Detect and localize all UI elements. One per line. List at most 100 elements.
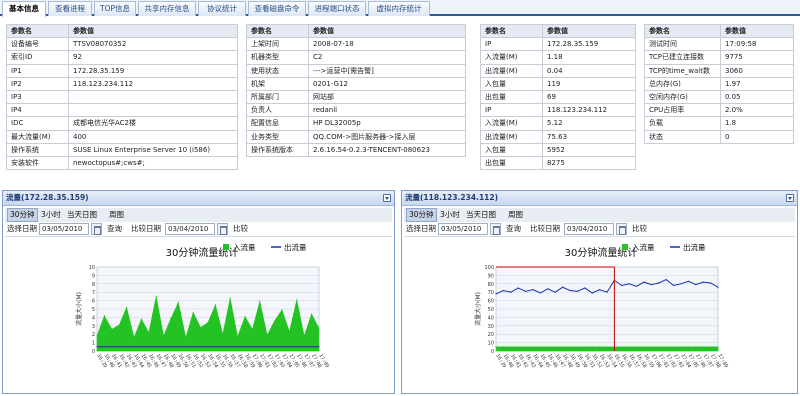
param-value-cell: 5952 [542,142,636,157]
data-point [628,346,630,348]
subtab-30min[interactable]: 30分钟 [7,208,38,222]
legend-label-out: 出流量 [284,242,307,252]
date-label: 选择日期 [406,224,436,233]
data-point [687,280,689,282]
data-point [237,336,239,338]
tab-shared-memory[interactable]: 共享内存信息 [138,1,196,16]
data-point [658,346,660,348]
table-row: 最大流量(M) 400 [6,129,238,144]
data-point [547,346,549,348]
data-point [177,346,179,348]
compare-date-input[interactable]: 03/04/2010 [165,223,215,235]
data-point [665,279,667,281]
table-row: 测试时间 17:09:58 [644,37,794,52]
query-button[interactable]: 查询 [506,223,521,235]
table-row: 总内存(G) 1.97 [644,76,794,91]
data-point [606,291,608,293]
flow-panel-left: 流量(172.28.35.159) 30分钟 3小时 当天日图 周图 选择日期 … [2,190,395,394]
tab-virtual-memory[interactable]: 虚拟内存统计 [368,1,430,16]
data-point [591,292,593,294]
subtab-today[interactable]: 当天日图 [67,209,97,221]
data-point [702,281,704,283]
param-value-cell: 92 [68,50,238,65]
table-row: 负责人 redanli [246,103,466,118]
data-point [214,346,216,348]
y-tick-label: 9 [92,273,95,279]
tab-top-info[interactable]: TOP信息 [94,1,136,16]
date-input[interactable]: 03/05/2010 [39,223,89,235]
data-point [229,346,231,348]
y-tick-label: 3 [92,324,95,330]
data-point [318,346,320,348]
subtab-week[interactable]: 周图 [508,209,523,221]
subtab-30min[interactable]: 30分钟 [406,208,437,222]
param-value-cell: --->运营中[需告警] [308,63,466,78]
param-name-cell: 出流量(M) [480,63,543,78]
tab-process-port[interactable]: 进程端口状态 [308,1,366,16]
y-tick-label: 10 [89,265,95,271]
calendar-icon[interactable] [217,223,228,235]
collapse-icon[interactable] [786,194,794,202]
data-point [495,346,497,348]
tab-protocol-stats[interactable]: 协议统计 [198,1,246,16]
y-tick-label: 90 [488,273,494,279]
param-value-cell: 1.18 [542,50,636,65]
date-input[interactable]: 03/05/2010 [438,223,488,235]
subtab-week[interactable]: 周图 [109,209,124,221]
data-point [318,327,320,329]
y-tick-label: 5 [92,307,95,313]
y-tick-label: 0 [92,349,95,355]
range-tabs: 30分钟 3小时 当天日图 周图 [5,208,392,222]
param-value-cell: SUSE Linux Enterprise Server 10 (i586) [68,142,238,157]
data-point [502,289,504,292]
data-point [274,346,276,348]
calendar-icon[interactable] [91,223,102,235]
table-row: 空闲内存(G) 0.05 [644,89,794,105]
param-value-cell: 8275 [542,155,636,171]
data-point [303,335,305,337]
compare-button[interactable]: 比较 [233,223,248,235]
data-point [576,346,578,348]
data-point [96,346,98,348]
y-tick-label: 60 [488,299,494,305]
calendar-icon[interactable] [616,223,627,235]
tab-disk-command[interactable]: 查看磁盘命令 [248,1,306,16]
header-param-name: 参数名 [246,23,309,39]
data-point [163,346,165,348]
subtab-3hour[interactable]: 3小时 [440,209,460,221]
calendar-icon[interactable] [490,223,501,235]
table-row: IP 172.28.35.159 [480,37,636,52]
subtab-3hour[interactable]: 3小时 [41,209,61,221]
param-name-cell: 总内存(G) [644,76,721,91]
tab-view-process[interactable]: 查看进程 [48,1,92,16]
data-point [155,295,157,297]
param-name-cell: 机器类型 [246,50,309,65]
tab-basic-info[interactable]: 基本信息 [2,1,46,17]
data-point [288,331,290,333]
table-row: 操作系统 SUSE Linux Enterprise Server 10 (i58… [6,142,238,157]
traffic-chart: 30分钟流量统计 入流量 出流量 0 1 2 3 4 5 6 7 8 9 10 流量大小(M) 16:39 16… [73,241,331,391]
compare-date-input[interactable]: 03/04/2010 [564,223,614,235]
data-point [650,346,652,348]
param-name-cell: 索引ID [6,50,69,65]
param-value-cell: C2 [308,50,466,65]
query-button[interactable]: 查询 [107,223,122,235]
param-name-cell: 安装软件 [6,155,69,171]
data-point [103,346,105,348]
y-axis-label: 流量大小(M) [474,292,482,326]
compare-button[interactable]: 比较 [632,223,647,235]
table-row: 使用状态 --->运营中[需告警] [246,63,466,78]
data-point [710,282,712,284]
param-name-cell: 入流量(M) [480,116,543,131]
param-value-cell: redanli [308,103,466,118]
param-name-cell: 操作系统 [6,142,69,157]
data-point [643,281,645,283]
flow-panel-right: 流量(118.123.234.112) 30分钟 3小时 当天日图 周图 选择日… [401,190,798,394]
param-name-cell: IP4 [6,103,69,118]
subtab-today[interactable]: 当天日图 [466,209,496,221]
collapse-icon[interactable] [383,194,391,202]
param-value-cell: 9775 [720,50,794,65]
data-point [532,289,534,291]
table-row: 入流量(M) 1.18 [480,50,636,65]
param-value-cell: 2008-07-18 [308,37,466,52]
